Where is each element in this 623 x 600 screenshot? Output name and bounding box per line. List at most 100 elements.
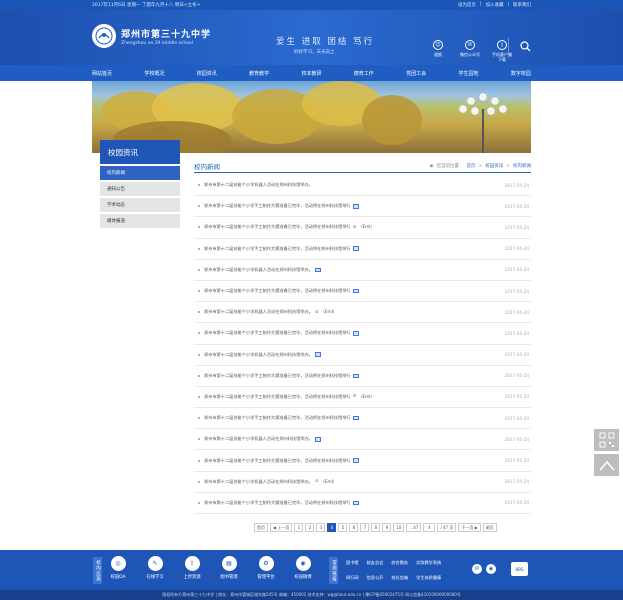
school-logo[interactable]: 郑州市第三十九中学 Zhengzhou no.39 middle school: [92, 24, 211, 48]
page-button[interactable]: 5: [338, 523, 348, 532]
page-button[interactable]: 7: [360, 523, 370, 532]
news-item[interactable]: 郑州市第十二届技能个小学手工制作大赛准备已完毕，活动将在郑州科技馆举行 2017-…: [194, 408, 531, 430]
weibo-icon[interactable]: ◉: [486, 564, 496, 574]
attachment-label[interactable]: （Eml）: [358, 394, 374, 400]
news-title[interactable]: 郑州市第十二届技能个小学机器人活动在郑州科技馆举办。: [204, 182, 313, 188]
footer-link[interactable]: 校长信箱: [391, 575, 408, 581]
online-study-link[interactable]: ✎ 在线学习: [143, 556, 167, 580]
news-title[interactable]: 郑州市第十二届技能个小学手工制作大赛准备已完毕，活动将在郑州科技馆举行: [204, 246, 351, 252]
news-title[interactable]: 郑州市第十二届技能个小学机器人活动在郑州科技馆举办。: [204, 352, 313, 358]
news-item[interactable]: 郑州市第十二届技能个小学手工制作大赛准备已完毕，活动将在郑州科技馆举行 ⊘ （Eml…: [194, 387, 531, 409]
page-button[interactable]: 4: [327, 523, 337, 532]
nav-item-home[interactable]: 网站首页: [92, 70, 112, 77]
bbs-badge[interactable]: BBS: [511, 562, 528, 576]
news-item[interactable]: 郑州市第十二届技能个小学机器人活动在郑州科技馆举办。 2017-05-24: [194, 260, 531, 281]
nav-item-overview[interactable]: 学校概况: [144, 70, 164, 77]
news-item[interactable]: 郑州市第十二届技能个小学机器人活动在郑州科技馆举办。 ⊘ （Eml） 2017-05-…: [194, 302, 531, 324]
weibo-link[interactable]: ◉ 校园微博: [291, 556, 315, 580]
nav-item-party[interactable]: 党团工会: [406, 70, 426, 77]
news-title[interactable]: 郑州市第十二届技能个小学机器人活动在郑州科技馆举办。: [204, 479, 313, 485]
news-item[interactable]: 郑州市第十二届技能个小学机器人活动在郑州科技馆举办。 2017-05-24: [194, 345, 531, 366]
sidebar-item-campus-news[interactable]: 校内新闻: [100, 166, 180, 180]
mobile-app-button[interactable]: ▯ 手机客户端下载: [492, 40, 512, 62]
page-button[interactable]: ◀ 上一页: [270, 523, 293, 532]
page-button[interactable]: 6: [349, 523, 359, 532]
news-item[interactable]: 郑州市第十二届技能个小学手工制作大赛准备已完毕，活动将在郑州科技馆举行 2017-…: [194, 323, 531, 345]
library-link[interactable]: ▤ 图书管理: [217, 556, 241, 580]
page-button[interactable]: 3: [316, 523, 326, 532]
news-title[interactable]: 郑州市第十二届技能个小学手工制作大赛准备已完毕，活动将在郑州科技馆举行: [204, 500, 351, 506]
nav-item-students[interactable]: 学生园地: [459, 70, 479, 77]
news-title[interactable]: 郑州市第十二届技能个小学手工制作大赛准备已完毕，活动将在郑州科技馆举行: [204, 203, 351, 209]
guide-button[interactable]: ☺ 道航: [428, 40, 448, 62]
news-item[interactable]: 郑州市第十二届技能个小学手工制作大赛准备已完毕，活动将在郑州科技馆举行 2017-…: [194, 281, 531, 303]
oa-link[interactable]: ◎ 校园OA: [106, 556, 130, 580]
news-item[interactable]: 郑州市第十二届技能个小学手工制作大赛准备已完毕，活动将在郑州科技馆举行 2017-…: [194, 493, 531, 514]
news-title[interactable]: 郑州市第十二届技能个小学手工制作大赛准备已完毕，活动将在郑州科技馆举行: [204, 224, 351, 230]
news-item[interactable]: 郑州市第十二届技能个小学机器人活动在郑州科技馆举办。 ⊘ （Eml） 2017-05-…: [194, 472, 531, 493]
nav-item-digital[interactable]: 数字校园: [511, 70, 531, 77]
page-button[interactable]: 8: [371, 523, 381, 532]
footer-link[interactable]: 国书馆: [346, 560, 359, 566]
footer-link[interactable]: 网行网: [346, 575, 359, 581]
news-item[interactable]: 郑州市第十二届技能个小学手工制作大赛准备已完毕，活动将在郑州科技馆举行 2017-…: [194, 196, 531, 218]
sidebar-item-notices[interactable]: 通知公告: [100, 182, 180, 196]
nav-item-news[interactable]: 校园资讯: [197, 70, 217, 77]
breadcrumb-section[interactable]: 校园资讯: [485, 163, 503, 169]
news-item[interactable]: 郑州市第十二届技能个小学机器人活动在郑州科技馆举办。 2017-05-24: [194, 175, 531, 197]
page-button[interactable]: ...47: [406, 523, 422, 532]
back-to-top-button[interactable]: [594, 454, 619, 476]
news-item[interactable]: 郑州市第十二届技能个小学手工制作大赛准备已完毕，活动将在郑州科技馆举行 ⊘ （Eml…: [194, 217, 531, 239]
news-title[interactable]: 郑州市第十二届技能个小学机器人活动在郑州科技馆举办。: [204, 267, 313, 273]
attachment-label[interactable]: （Eml）: [321, 479, 337, 485]
set-homepage-link[interactable]: 设为首页: [458, 2, 476, 8]
footer-link[interactable]: 学生体质健康: [416, 575, 441, 581]
platform-link[interactable]: ⚙ 管理平台: [254, 556, 278, 580]
wechat-icon[interactable]: ✉: [472, 564, 482, 574]
news-title[interactable]: 郑州市第十二届技能个小学手工制作大赛准备已完毕，活动将在郑州科技馆举行: [204, 415, 351, 421]
page-button[interactable]: 1: [294, 523, 304, 532]
page-button[interactable]: 尾页: [482, 523, 497, 532]
news-title[interactable]: 郑州市第十二届技能个小学机器人活动在郑州科技馆举办。: [204, 309, 313, 315]
nav-item-teaching[interactable]: 教育教学: [249, 70, 269, 77]
sidebar-item-academic[interactable]: 学术动态: [100, 198, 180, 212]
qr-code-button[interactable]: [594, 429, 619, 451]
page-button[interactable]: / 47 页: [437, 523, 457, 532]
news-title[interactable]: 郑州市第十二届技能个小学手工制作大赛准备已完毕，活动将在郑州科技馆举行: [204, 458, 351, 464]
news-item[interactable]: 郑州市第十二届技能个小学机器人活动在郑州科技馆举办。 2017-05-24: [194, 429, 531, 451]
news-title[interactable]: 郑州市第十二届技能个小学手工制作大赛准备已完毕，活动将在郑州科技馆举行: [204, 288, 351, 294]
footer-link[interactable]: 实践教学系统: [416, 560, 441, 566]
news-title[interactable]: 郑州市第十二届技能个小学手工制作大赛准备已完毕，活动将在郑州科技馆举行: [204, 373, 351, 379]
wechat-account-button[interactable]: ✉ 微信公众号: [460, 40, 480, 62]
breadcrumb-current[interactable]: 校内新闻: [513, 163, 531, 169]
nav-item-research[interactable]: 校本教研: [301, 70, 321, 77]
news-title[interactable]: 郑州市第十二届技能个小学机器人活动在郑州科技馆举办。: [204, 436, 313, 442]
page-button[interactable]: 下一页 ▶: [458, 523, 481, 532]
attachment-label[interactable]: （Eml）: [321, 309, 337, 315]
study-icon: ✎: [147, 556, 163, 571]
news-title[interactable]: 郑州市第十二届技能个小学手工制作大赛准备已完毕，活动将在郑州科技馆举行: [204, 394, 351, 400]
news-item[interactable]: 郑州市第十二届技能个小学手工制作大赛准备已完毕，活动将在郑州科技馆举行 2017-…: [194, 450, 531, 472]
sidebar-item-media[interactable]: 媒体报道: [100, 214, 180, 228]
footer-link[interactable]: 综合教务: [391, 560, 408, 566]
footer-link[interactable]: 信息公开: [367, 575, 384, 581]
attachment-label[interactable]: （Eml）: [358, 224, 374, 230]
search-icon[interactable]: [520, 41, 531, 52]
bullet-icon: [198, 417, 200, 420]
upload-link[interactable]: ⇪ 上传资源: [180, 556, 204, 580]
footer-link[interactable]: 校友总会: [367, 560, 384, 566]
page-button[interactable]: 2: [305, 523, 315, 532]
news-item[interactable]: 郑州市第十二届技能个小学手工制作大赛准备已完毕，活动将在郑州科技馆举行 2017-…: [194, 366, 531, 387]
page-goto-input[interactable]: 4: [423, 523, 436, 532]
news-item[interactable]: 郑州市第十二届技能个小学手工制作大赛准备已完毕，活动将在郑州科技馆举行 2017-…: [194, 239, 531, 260]
contact-link[interactable]: 联系我们: [513, 2, 531, 8]
breadcrumb-home[interactable]: 首页: [466, 163, 475, 169]
attachment-icon: ⊘: [314, 479, 319, 485]
nav-item-moral[interactable]: 德育工作: [354, 70, 374, 77]
social-links: ✉ ◉: [472, 564, 496, 574]
page-button[interactable]: 9: [382, 523, 392, 532]
add-favorite-link[interactable]: 加入收藏: [485, 2, 503, 8]
page-button[interactable]: 10: [393, 523, 405, 532]
page-button[interactable]: 首页: [254, 523, 268, 532]
news-title[interactable]: 郑州市第十二届技能个小学手工制作大赛准备已完毕，活动将在郑州科技馆举行: [204, 330, 351, 336]
